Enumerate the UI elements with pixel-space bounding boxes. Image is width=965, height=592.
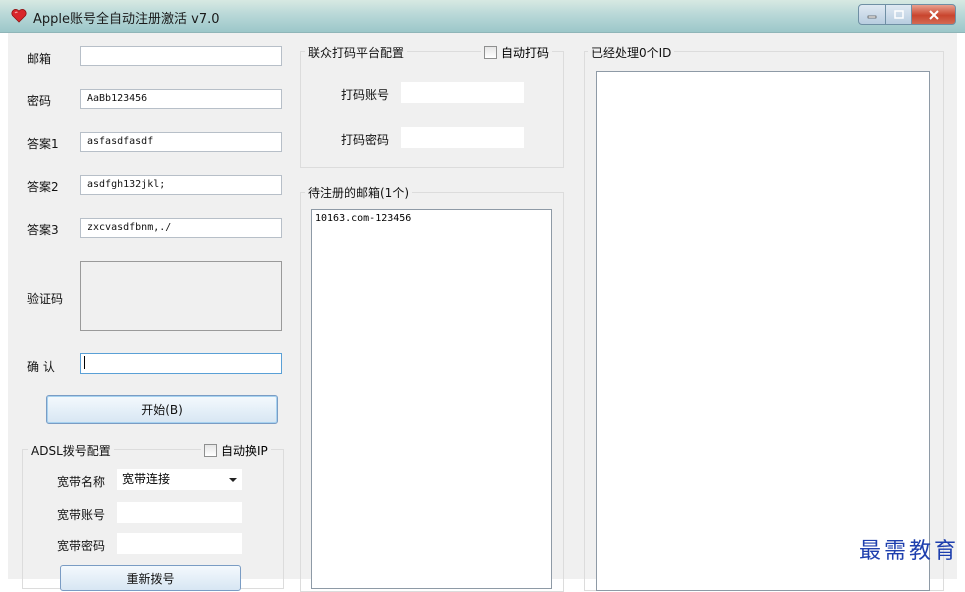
confirm-field[interactable]	[80, 353, 282, 374]
captcha-platform-title: 联众打码平台配置	[305, 44, 408, 61]
code-account-label: 打码账号	[341, 88, 390, 102]
pending-email-list[interactable]: 10163.com-123456	[311, 209, 552, 589]
auto-switch-ip-checkbox[interactable]: 自动换IP	[201, 442, 271, 459]
broadband-name-label: 宽带名称	[57, 475, 106, 489]
email-label: 邮箱	[27, 52, 52, 66]
redial-button[interactable]: 重新拨号	[60, 565, 241, 591]
broadband-account-field[interactable]	[117, 502, 242, 523]
auto-code-checkbox[interactable]: 自动打码	[481, 44, 553, 61]
watermark: 最需教育	[858, 539, 959, 564]
minimize-icon	[867, 15, 877, 18]
answer2-field[interactable]: asdfgh132jkl;	[80, 175, 282, 195]
answer1-field[interactable]: asfasdfasdf	[80, 132, 282, 152]
adsl-group-title: ADSL拨号配置	[28, 442, 114, 459]
captcha-label: 验证码	[27, 292, 64, 306]
answer3-field[interactable]: zxcvasdfbnm,./	[80, 218, 282, 238]
broadband-password-label: 宽带密码	[57, 539, 106, 553]
start-button[interactable]: 开始(B)	[46, 395, 278, 424]
maximize-button[interactable]	[886, 4, 912, 25]
broadband-account-label: 宽带账号	[57, 508, 106, 522]
confirm-label: 确 认	[27, 360, 55, 374]
checkbox-box	[204, 444, 217, 457]
captcha-image[interactable]	[80, 261, 282, 331]
processed-list[interactable]	[596, 71, 930, 591]
close-button[interactable]	[912, 4, 956, 25]
code-account-field[interactable]	[401, 82, 524, 103]
password-label: 密码	[27, 94, 52, 108]
chevron-down-icon	[229, 478, 237, 482]
window-title: Apple账号全自动注册激活 v7.0	[33, 12, 220, 27]
email-field[interactable]	[80, 46, 282, 66]
processed-group-title: 已经处理0个ID	[588, 44, 675, 61]
app-heart-icon	[11, 9, 27, 23]
broadband-password-field[interactable]	[117, 533, 242, 554]
auto-switch-ip-label: 自动换IP	[221, 444, 268, 458]
checkbox-box	[484, 46, 497, 59]
text-caret	[84, 355, 85, 369]
window-controls	[858, 4, 956, 25]
list-item[interactable]: 10163.com-123456	[315, 213, 548, 224]
password-field[interactable]: AaBb123456	[80, 89, 282, 109]
title-bar[interactable]: Apple账号全自动注册激活 v7.0	[0, 0, 965, 33]
code-password-field[interactable]	[401, 127, 524, 148]
auto-code-label: 自动打码	[501, 46, 550, 60]
minimize-button[interactable]	[858, 4, 886, 25]
close-icon	[928, 9, 939, 20]
answer1-label: 答案1	[27, 137, 59, 151]
answer2-label: 答案2	[27, 180, 59, 194]
answer3-label: 答案3	[27, 223, 59, 237]
broadband-name-select[interactable]: 宽带连接	[117, 469, 242, 490]
maximize-icon	[893, 10, 904, 19]
pending-group-title: 待注册的邮箱(1个)	[305, 184, 412, 201]
client-area: 邮箱 密码 AaBb123456 答案1 asfasdfasdf 答案2 asd…	[8, 33, 957, 592]
broadband-name-value: 宽带连接	[122, 472, 171, 486]
code-password-label: 打码密码	[341, 133, 390, 147]
captcha-platform-group	[300, 51, 564, 168]
